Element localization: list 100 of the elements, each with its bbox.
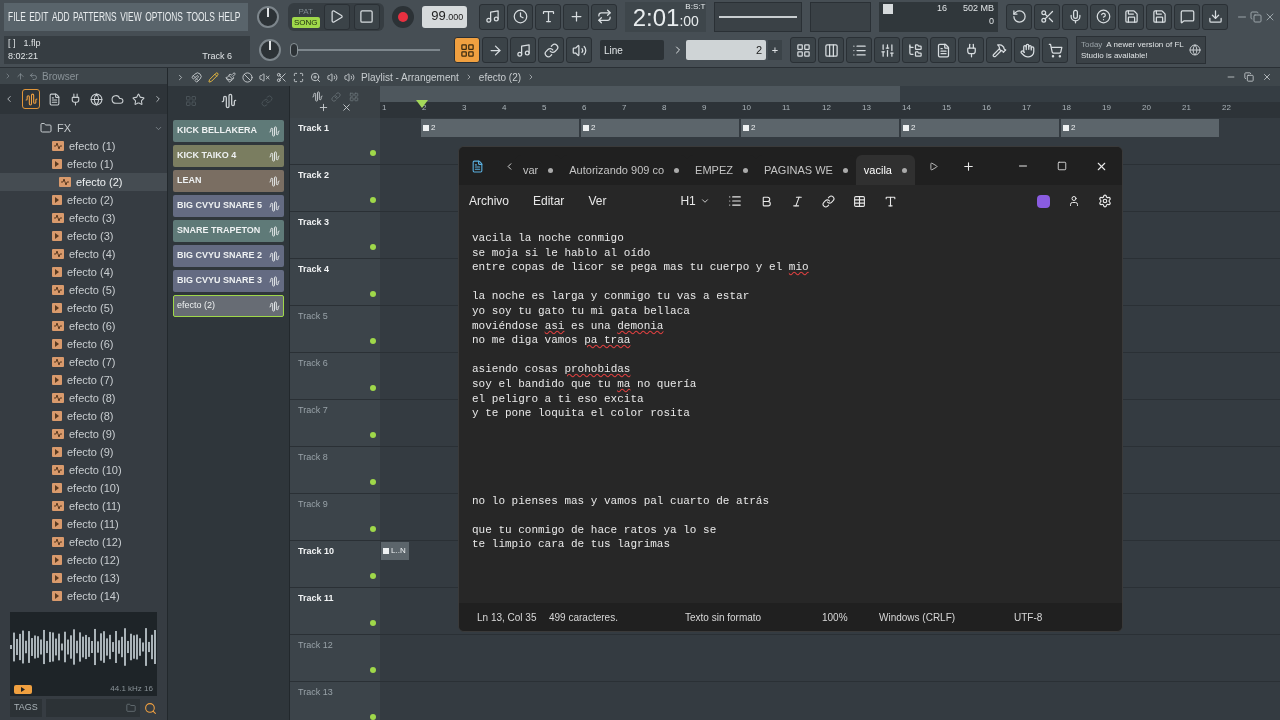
waveform-tab[interactable] <box>22 89 40 109</box>
pattern-clip[interactable]: 2 <box>581 119 739 137</box>
track-led-icon[interactable] <box>370 479 376 485</box>
sample-entry[interactable]: efecto (7) <box>0 371 167 389</box>
track-led-icon[interactable] <box>370 197 376 203</box>
undo-button[interactable] <box>1006 3 1032 30</box>
sample-entry[interactable]: efecto (2) <box>0 173 167 191</box>
menu-item[interactable]: TOOLS <box>186 7 215 26</box>
knob-icon[interactable] <box>258 38 282 63</box>
record-button[interactable] <box>391 5 414 28</box>
sample-entry[interactable]: efecto (10) <box>0 479 167 497</box>
pattern-clip[interactable]: 2 <box>741 119 899 137</box>
menu-item[interactable]: Ver <box>588 192 607 210</box>
sample-entry[interactable]: efecto (1) <box>0 155 167 173</box>
sample-entry[interactable]: efecto (8) <box>0 389 167 407</box>
track-led-icon[interactable] <box>370 620 376 626</box>
snap-dropdown[interactable]: Line <box>600 40 664 61</box>
menu-item[interactable]: VIEW <box>120 7 142 26</box>
sample-entry[interactable]: efecto (14) <box>0 587 167 605</box>
channel-button[interactable]: KICK TAIKO 4 <box>173 145 284 167</box>
sample-entry[interactable]: efecto (13) <box>0 569 167 587</box>
track-led-icon[interactable] <box>370 244 376 250</box>
track-header[interactable]: Track 1 <box>290 118 380 164</box>
sample-entry[interactable]: efecto (11) <box>0 515 167 533</box>
sample-entry[interactable]: efecto (3) <box>0 227 167 245</box>
sample-entry[interactable]: efecto (9) <box>0 443 167 461</box>
menu-item[interactable]: Archivo <box>469 192 509 210</box>
mode-toggle[interactable]: SONG <box>291 16 320 28</box>
pattern-clip[interactable]: 2 <box>1061 119 1219 137</box>
pattern-selector[interactable]: 2 <box>686 40 766 61</box>
plug-button[interactable] <box>958 37 984 64</box>
track-led-icon[interactable] <box>370 338 376 344</box>
document-tab[interactable]: vacila <box>855 155 915 185</box>
add-pattern-button[interactable]: + <box>768 40 782 61</box>
track-led-icon[interactable] <box>370 526 376 532</box>
channel-button[interactable]: KICK BELLAKERA <box>173 120 284 142</box>
track-header[interactable]: Track 4 <box>290 259 380 305</box>
track-header[interactable]: Track 13 <box>290 682 380 720</box>
track-header[interactable]: Track 7 <box>290 400 380 446</box>
slider-thumb[interactable] <box>290 43 298 58</box>
track-header[interactable]: Track 5 <box>290 306 380 352</box>
knob-icon[interactable] <box>255 4 280 29</box>
search-field[interactable] <box>45 699 140 717</box>
channel-button[interactable]: SNARE TRAPETON <box>173 220 284 242</box>
sample-entry[interactable]: efecto (4) <box>0 263 167 281</box>
pattern-clip[interactable]: 2 <box>421 119 579 137</box>
menu-item[interactable]: PATTERNS <box>73 7 117 26</box>
heading-dropdown[interactable]: H1 <box>680 192 710 210</box>
scissors-button[interactable] <box>1034 3 1060 30</box>
track-led-icon[interactable] <box>370 291 376 297</box>
menu-item[interactable]: EDIT <box>29 7 49 26</box>
channel-button[interactable]: efecto (2) <box>173 295 284 317</box>
document-button[interactable] <box>930 37 956 64</box>
track-led-icon[interactable] <box>370 714 376 720</box>
tags-button[interactable]: TAGS <box>10 699 42 717</box>
track-header[interactable]: Track 2 <box>290 165 380 211</box>
download-button[interactable] <box>1202 3 1228 30</box>
sample-entry[interactable]: efecto (12) <box>0 533 167 551</box>
sample-entry[interactable]: efecto (5) <box>0 281 167 299</box>
track-header[interactable]: Track 8 <box>290 447 380 493</box>
menu-item[interactable]: Editar <box>533 192 565 210</box>
sample-entry[interactable]: efecto (5) <box>0 299 167 317</box>
channel-button[interactable]: BIG CVYU SNARE 3 <box>173 270 284 292</box>
track-header[interactable]: Track 6 <box>290 353 380 399</box>
sample-entry[interactable]: efecto (6) <box>0 335 167 353</box>
sample-entry[interactable]: efecto (4) <box>0 245 167 263</box>
channel-button[interactable]: BIG CVYU SNARE 5 <box>173 195 284 217</box>
sample-entry[interactable]: efecto (1) <box>0 137 167 155</box>
arrow-button[interactable] <box>482 37 508 64</box>
folder-item[interactable]: FX <box>0 119 167 137</box>
menu-item[interactable]: HELP <box>218 7 241 26</box>
sample-entry[interactable]: efecto (10) <box>0 461 167 479</box>
sample-entry[interactable]: efecto (11) <box>0 497 167 515</box>
sample-entry[interactable]: efecto (6) <box>0 317 167 335</box>
track-header[interactable]: Track 9 <box>290 494 380 540</box>
step-edit-button[interactable] <box>563 3 590 30</box>
hammer-button[interactable] <box>986 37 1012 64</box>
track-led-icon[interactable] <box>370 432 376 438</box>
loop-record-button[interactable] <box>591 3 618 30</box>
track-header[interactable]: Track 12 <box>290 635 380 681</box>
sample-entry[interactable]: efecto (8) <box>0 407 167 425</box>
browser-button[interactable] <box>902 37 928 64</box>
sample-entry[interactable]: efecto (2) <box>0 191 167 209</box>
sample-entry[interactable]: efecto (12) <box>0 551 167 569</box>
mixer-button[interactable] <box>874 37 900 64</box>
microphone-button[interactable] <box>1062 3 1088 30</box>
channel-button[interactable]: LEAN <box>173 170 284 192</box>
cart-button[interactable] <box>1042 37 1068 64</box>
pattern-clip[interactable]: 2 <box>901 119 1059 137</box>
hand-button[interactable] <box>1014 37 1040 64</box>
menu-item[interactable]: FILE <box>8 7 26 26</box>
channel-button[interactable]: BIG CVYU SNARE 2 <box>173 245 284 267</box>
sample-entry[interactable]: efecto (7) <box>0 353 167 371</box>
track-header[interactable]: Track 10 <box>290 541 380 587</box>
track-header[interactable]: Track 3 <box>290 212 380 258</box>
link-button[interactable] <box>538 37 564 64</box>
track-led-icon[interactable] <box>370 667 376 673</box>
track-header[interactable]: Track 11 <box>290 588 380 634</box>
save-button[interactable] <box>1118 3 1144 30</box>
pattern-clip[interactable]: L..N <box>381 542 409 560</box>
